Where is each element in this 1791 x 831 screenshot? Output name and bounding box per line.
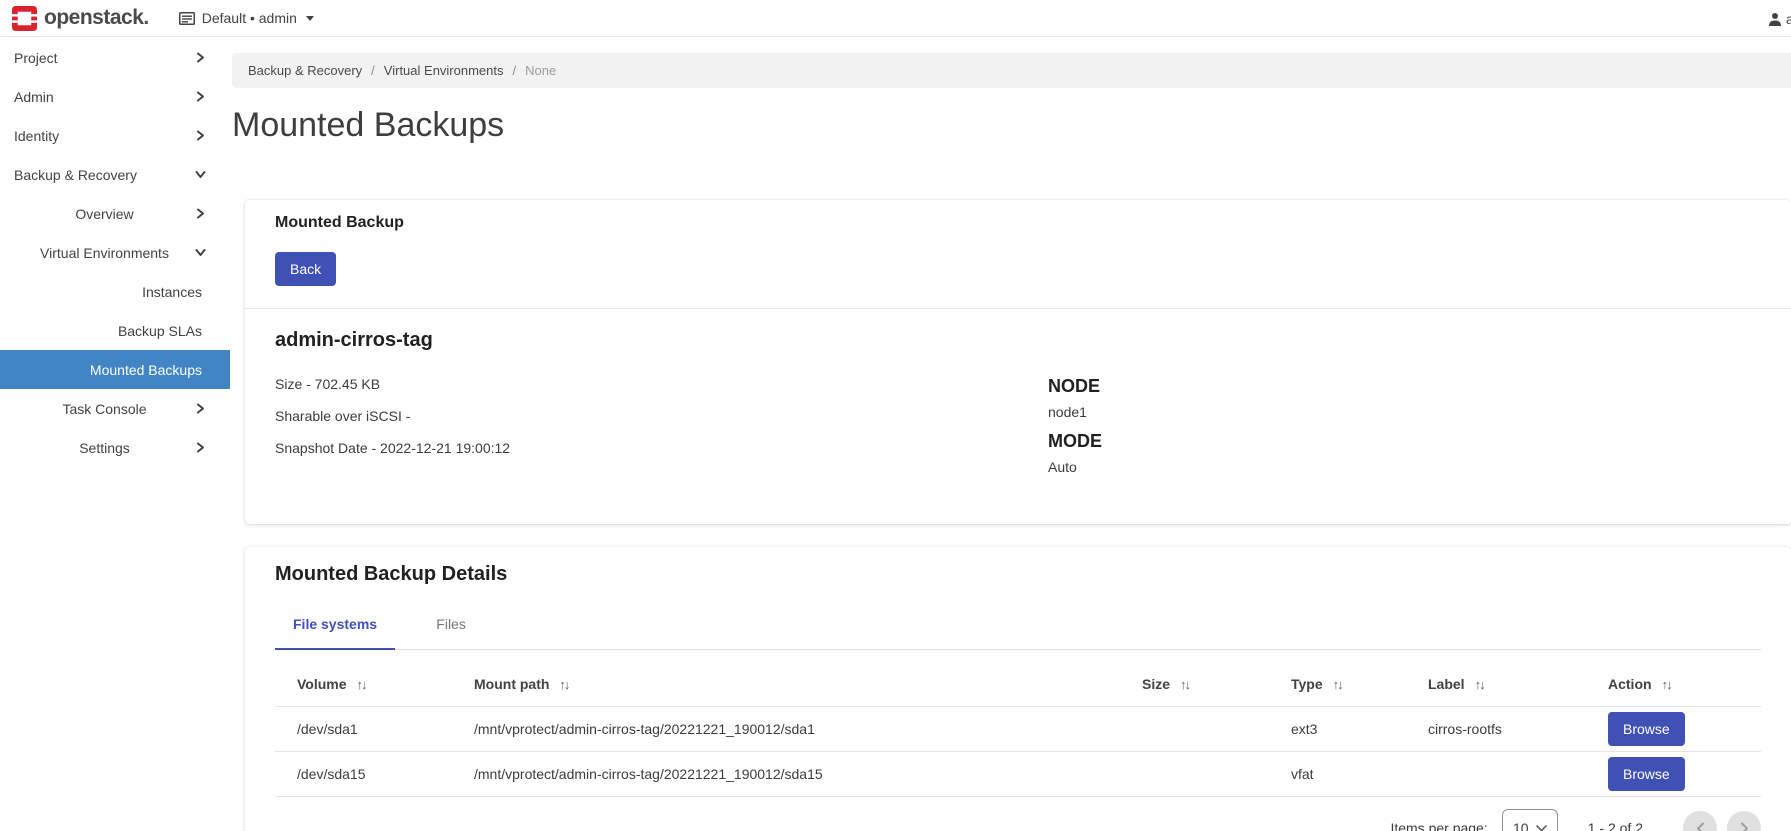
browse-button[interactable]: Browse xyxy=(1608,712,1685,746)
sidebar-item-settings[interactable]: Settings xyxy=(0,428,230,467)
cell-size xyxy=(1120,752,1269,797)
caret-down-icon xyxy=(306,16,314,21)
backup-size: Size - 702.45 KB xyxy=(275,376,1048,393)
mounted-backup-card-title: Mounted Backup xyxy=(275,214,1761,232)
mode-value: Auto xyxy=(1048,459,1102,475)
backup-info-right: NODE node1 MODE Auto xyxy=(1048,376,1102,486)
chevron-right-icon xyxy=(195,403,206,414)
breadcrumb-virtual-environments[interactable]: Virtual Environments xyxy=(384,63,504,78)
page-title: Mounted Backups xyxy=(232,104,1791,146)
table-row: /dev/sda15 /mnt/vprotect/admin-cirros-ta… xyxy=(275,752,1761,797)
cell-volume: /dev/sda1 xyxy=(275,707,452,752)
tabs: File systems Files xyxy=(275,602,1761,650)
pagination: Items per page: 10 1 - 2 of 2 xyxy=(275,797,1761,831)
chevron-down-icon xyxy=(195,169,206,180)
breadcrumb-separator: / xyxy=(371,63,375,78)
node-value: node1 xyxy=(1048,404,1102,420)
file-systems-table: Volume↑↓ Mount path↑↓ Size↑↓ Type↑↓ Labe… xyxy=(275,650,1761,797)
domain-switcher[interactable]: Default • admin xyxy=(179,10,314,26)
user-name: admin xyxy=(1786,11,1791,27)
sort-icon[interactable]: ↑↓ xyxy=(559,677,568,692)
column-header-mount-path: Mount path↑↓ xyxy=(452,650,1120,707)
brand-wordmark: openstack. xyxy=(44,6,149,30)
cell-size xyxy=(1120,707,1269,752)
sidebar-item-backup-slas[interactable]: Backup SLAs xyxy=(0,311,230,350)
column-header-size: Size↑↓ xyxy=(1120,650,1269,707)
table-header-row: Volume↑↓ Mount path↑↓ Size↑↓ Type↑↓ Labe… xyxy=(275,650,1761,707)
column-header-action: Action↑↓ xyxy=(1586,650,1761,707)
chevron-right-icon xyxy=(195,442,206,453)
chevron-right-icon xyxy=(195,52,206,63)
domain-switcher-label: Default • admin xyxy=(202,10,297,26)
items-per-page-select[interactable]: 10 xyxy=(1502,809,1558,831)
cell-mount-path: /mnt/vprotect/admin-cirros-tag/20221221_… xyxy=(452,752,1120,797)
sidebar-item-admin[interactable]: Admin xyxy=(0,77,230,116)
cell-mount-path: /mnt/vprotect/admin-cirros-tag/20221221_… xyxy=(452,707,1120,752)
backup-sharable: Sharable over iSCSI - xyxy=(275,408,1048,425)
table-row: /dev/sda1 /mnt/vprotect/admin-cirros-tag… xyxy=(275,707,1761,752)
sidebar-item-overview[interactable]: Overview xyxy=(0,194,230,233)
chevron-down-icon xyxy=(1536,825,1547,831)
user-menu[interactable]: admin xyxy=(1768,0,1791,37)
backup-snapshot-date: Snapshot Date - 2022-12-21 19:00:12 xyxy=(275,440,1048,457)
breadcrumb-backup-recovery[interactable]: Backup & Recovery xyxy=(248,63,362,78)
mode-label: MODE xyxy=(1048,431,1102,452)
sort-icon[interactable]: ↑↓ xyxy=(1475,677,1484,692)
mounted-backup-card: Mounted Backup Back admin-cirros-tag Siz… xyxy=(245,200,1791,524)
openstack-logo[interactable]: openstack. xyxy=(12,6,149,31)
openstack-logo-icon xyxy=(12,6,37,31)
sort-icon[interactable]: ↑↓ xyxy=(357,677,366,692)
breadcrumb: Backup & Recovery / Virtual Environments… xyxy=(232,53,1791,88)
chevron-down-icon xyxy=(195,247,206,258)
chevron-right-icon xyxy=(195,130,206,141)
previous-page-button[interactable] xyxy=(1683,811,1717,831)
column-header-type: Type↑↓ xyxy=(1269,650,1406,707)
items-per-page-value: 10 xyxy=(1513,820,1529,831)
sidebar-item-project[interactable]: Project xyxy=(0,38,230,77)
sidebar-item-instances[interactable]: Instances xyxy=(0,272,230,311)
node-label: NODE xyxy=(1048,376,1102,397)
chevron-right-icon xyxy=(195,208,206,219)
breadcrumb-separator: / xyxy=(513,63,517,78)
browse-button[interactable]: Browse xyxy=(1608,757,1685,791)
pagination-range: 1 - 2 of 2 xyxy=(1588,820,1643,831)
cell-type: vfat xyxy=(1269,752,1406,797)
sidebar-item-task-console[interactable]: Task Console xyxy=(0,389,230,428)
sort-icon[interactable]: ↑↓ xyxy=(1333,677,1342,692)
backup-name: admin-cirros-tag xyxy=(275,329,1761,352)
backup-info-left: Size - 702.45 KB Sharable over iSCSI - S… xyxy=(275,376,1048,486)
column-header-volume: Volume↑↓ xyxy=(275,650,452,707)
cell-label: cirros-rootfs xyxy=(1406,707,1586,752)
sidebar-item-backup-recovery[interactable]: Backup & Recovery xyxy=(0,155,230,194)
user-icon xyxy=(1768,12,1782,26)
cell-volume: /dev/sda15 xyxy=(275,752,452,797)
sort-icon[interactable]: ↑↓ xyxy=(1662,677,1671,692)
next-page-button[interactable] xyxy=(1727,811,1761,831)
mounted-backup-details-card: Mounted Backup Details File systems File… xyxy=(245,547,1791,831)
breadcrumb-current: None xyxy=(525,63,556,78)
chevron-right-icon xyxy=(195,91,206,102)
back-button[interactable]: Back xyxy=(275,252,336,286)
tab-file-systems[interactable]: File systems xyxy=(275,602,395,650)
details-card-title: Mounted Backup Details xyxy=(275,563,1761,586)
column-header-label: Label↑↓ xyxy=(1406,650,1586,707)
sidebar-item-identity[interactable]: Identity xyxy=(0,116,230,155)
cell-type: ext3 xyxy=(1269,707,1406,752)
tab-files[interactable]: Files xyxy=(395,602,507,649)
sort-icon[interactable]: ↑↓ xyxy=(1180,677,1189,692)
card-divider xyxy=(245,308,1791,309)
cell-label xyxy=(1406,752,1586,797)
domain-icon xyxy=(179,12,195,25)
top-bar: openstack. Default • admin admin xyxy=(0,0,1791,37)
items-per-page-label: Items per page: xyxy=(1390,820,1487,831)
sidebar-item-virtual-environments[interactable]: Virtual Environments xyxy=(0,233,230,272)
sidebar: Project Admin Identity Backup & Recovery… xyxy=(0,37,230,831)
main-content: Backup & Recovery / Virtual Environments… xyxy=(230,37,1791,831)
sidebar-item-mounted-backups[interactable]: Mounted Backups xyxy=(0,350,230,389)
